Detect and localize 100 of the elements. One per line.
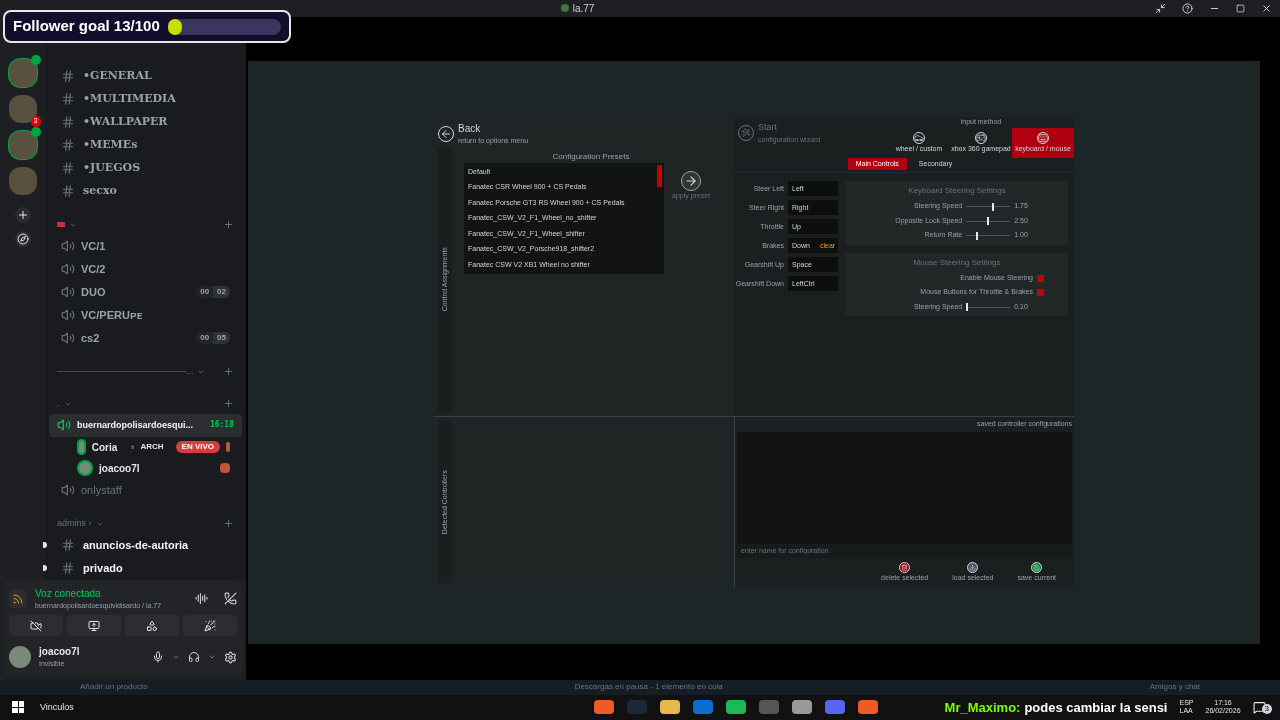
hash-icon [61, 561, 75, 576]
taskbar-app-icon[interactable] [659, 700, 680, 715]
window-title: la.77 [572, 1, 595, 16]
channel-item[interactable]: privado [53, 556, 238, 580]
channel-item[interactable]: •MULTIMEDIA [53, 87, 238, 111]
noise-icon[interactable] [195, 592, 208, 605]
hash-icon [61, 184, 75, 199]
panel-title: Mouse Steering Settings [913, 256, 1001, 269]
add-channel-icon[interactable] [223, 366, 234, 378]
add-channel-icon[interactable] [223, 398, 234, 410]
slider[interactable] [966, 303, 1011, 311]
goal-label: Follower goal 13/100 [13, 16, 160, 37]
screen-share-button[interactable] [67, 615, 121, 637]
slider-thumb[interactable] [976, 231, 979, 240]
channel-name: buernardopolisardoesqui... [77, 418, 194, 432]
voice-channel-item[interactable]: VC/PERUᴘᴇ [53, 303, 238, 327]
add-channel-icon[interactable] [223, 219, 234, 231]
shapes-icon [146, 619, 158, 632]
section-title: Configuration Presets [552, 150, 630, 163]
close-icon[interactable] [1261, 2, 1272, 14]
user-avatar [77, 439, 86, 456]
settings-icon[interactable] [224, 650, 237, 664]
downloads-status[interactable]: Descargas en pausa - 1 elemento en cola [574, 681, 723, 694]
user-avatar [9, 646, 31, 668]
slider-thumb[interactable] [987, 217, 990, 225]
speaker-icon [61, 285, 75, 300]
channel-name: VC/PERUᴘᴇ [81, 308, 144, 323]
taskbar-app-icon[interactable] [593, 700, 614, 715]
voice-status: Voz conectada [35, 586, 102, 601]
category-header[interactable]: -------------------------------------------... [53, 361, 238, 382]
taskbar-app-icon[interactable] [791, 700, 812, 715]
speaking-badge [30, 54, 41, 65]
links-toolbar[interactable]: Vinculos [40, 700, 74, 715]
category-header[interactable]: admins › [53, 513, 238, 534]
voice-channel-item[interactable]: VC/2 [53, 257, 238, 281]
username: joacoo7l [39, 645, 81, 660]
speaker-icon [61, 239, 75, 254]
party-popper-icon [204, 619, 216, 632]
voice-user-item[interactable]: joacoo7l [53, 457, 238, 479]
channel-item[interactable]: •WALLPAPER [53, 110, 238, 134]
channel-item[interactable]: •GENERAL [53, 64, 238, 88]
voice-channel-item[interactable]: cs2 00 05 [53, 326, 238, 350]
voice-channel-item[interactable]: onlystaff [53, 478, 238, 502]
taskbar-app-icon[interactable] [857, 700, 878, 715]
speaker-icon [61, 262, 75, 277]
speaker-icon [61, 308, 75, 323]
speaker-icon [61, 483, 75, 498]
user-limit-badge: 00 02 [196, 286, 230, 299]
category-header[interactable]: . [53, 393, 238, 414]
channel-item[interactable]: •JUEGOS [53, 156, 238, 180]
apply-preset-button[interactable] [681, 170, 702, 191]
voice-channel-item[interactable]: DUO 00 02 [53, 280, 238, 304]
channel-item[interactable]: secxo [53, 179, 238, 203]
help-icon[interactable] [1182, 2, 1193, 14]
slider-thumb[interactable] [966, 303, 969, 311]
slider[interactable] [966, 231, 1011, 240]
signal-icon [9, 589, 27, 608]
channel-name: onlystaff [81, 483, 123, 498]
channel-item[interactable]: •MEMEs [53, 133, 238, 157]
channel-name: VC/1 [81, 239, 107, 254]
activity-icon [220, 463, 230, 474]
flag-icon [57, 222, 65, 228]
camera-off-button[interactable] [9, 615, 63, 637]
add-channel-icon[interactable] [223, 518, 234, 530]
maximize-icon[interactable] [1236, 3, 1245, 13]
voice-user-item[interactable]: Coria ARCH EN VIVO [53, 436, 238, 458]
add-server-button[interactable] [14, 206, 31, 223]
soundboard-button[interactable] [183, 615, 237, 637]
voice-channel-item[interactable]: VC/1 [53, 234, 238, 258]
add-product-link[interactable]: Añadir un producto [80, 681, 148, 694]
activities-button[interactable] [125, 615, 179, 637]
slider[interactable] [966, 217, 1011, 225]
checkbox[interactable] [1037, 289, 1044, 296]
channel-name: cs2 [81, 331, 101, 346]
chevron-icon [208, 653, 216, 661]
slider-thumb[interactable] [992, 202, 995, 211]
microphone-icon[interactable] [152, 651, 164, 663]
panel-title: Keyboard Steering Settings [908, 185, 1006, 198]
friends-chat-link[interactable]: Amigos y chat [1149, 681, 1200, 694]
speaker-icon [57, 418, 71, 433]
slider[interactable] [966, 202, 1011, 211]
voice-channel-item[interactable]: buernardopolisardoesqui... 16:18 [49, 413, 242, 437]
live-badge: EN VIVO [175, 441, 221, 454]
channel-item[interactable]: anuncios-de-autoria [53, 533, 238, 557]
speaker-icon [61, 331, 75, 346]
chat-message: podes cambiar la sensi [1024, 698, 1168, 717]
download-icon [967, 561, 979, 573]
user-avatar [77, 460, 93, 477]
notification-button[interactable]: 3 [1252, 700, 1272, 714]
taskbar-app-icon[interactable] [725, 700, 746, 715]
headphones-icon[interactable] [188, 651, 200, 663]
call-time: 16:18 [209, 419, 234, 432]
disconnect-icon[interactable] [224, 592, 237, 605]
channel-name: DUO [81, 285, 107, 300]
checkbox[interactable] [1037, 274, 1044, 282]
keyboard-icon [1037, 131, 1049, 144]
discover-button[interactable] [14, 230, 31, 247]
start-icon[interactable] [12, 701, 24, 714]
save-icon [1031, 561, 1043, 573]
user-limit-badge: 00 05 [196, 332, 230, 345]
